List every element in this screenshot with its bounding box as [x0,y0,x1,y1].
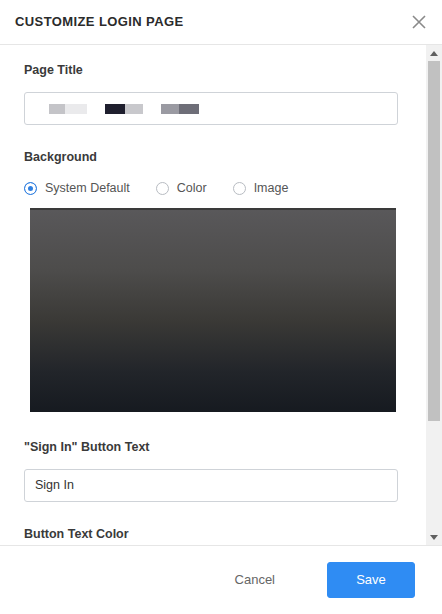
background-option[interactable]: Color [156,179,207,198]
button-text-color-label: Button Text Color [24,527,398,542]
dialog-header: CUSTOMIZE LOGIN PAGE [0,0,442,45]
sign-in-label: "Sign In" Button Text [24,440,398,455]
save-button[interactable]: Save [327,562,415,598]
background-preview [30,208,396,412]
background-options: System Default Color Image [24,179,398,198]
page-title-input[interactable] [24,92,398,125]
scrollbar[interactable] [426,45,442,545]
dialog-content: Page Title Background System Default Color I… [0,45,426,545]
redaction-mark [161,104,179,114]
option-label[interactable]: Image [254,179,289,198]
button-label[interactable]: Save [356,572,386,587]
dialog-title: CUSTOMIZE LOGIN PAGE [15,12,184,32]
redaction-mark [49,104,65,114]
scroll-down-icon[interactable] [426,529,442,545]
customize-dialog: CUSTOMIZE LOGIN PAGE Page Title Background… [0,0,442,614]
dialog-body: Page Title Background System Default Color I… [0,45,442,545]
scroll-up-icon[interactable] [426,45,442,61]
redaction-mark [179,104,199,114]
option-label[interactable]: Color [177,179,207,198]
close-icon[interactable] [410,13,428,31]
redaction-mark [65,104,87,114]
option-label[interactable]: System Default [45,179,130,198]
radio-button[interactable] [24,182,37,195]
scroll-thumb[interactable] [428,61,440,421]
scroll-track [426,61,442,529]
background-option[interactable]: Image [233,179,289,198]
radio-button[interactable] [233,182,246,195]
sign-in-input[interactable] [24,469,398,502]
page-title-label: Page Title [24,63,398,78]
background-label: Background [24,150,398,165]
radio-button[interactable] [156,182,169,195]
redaction-mark [105,104,125,114]
button-label[interactable]: Cancel [235,572,275,587]
background-option[interactable]: System Default [24,179,130,198]
dialog-footer: Cancel Save [0,545,442,614]
cancel-button[interactable]: Cancel [223,562,287,598]
redaction-mark [125,104,143,114]
